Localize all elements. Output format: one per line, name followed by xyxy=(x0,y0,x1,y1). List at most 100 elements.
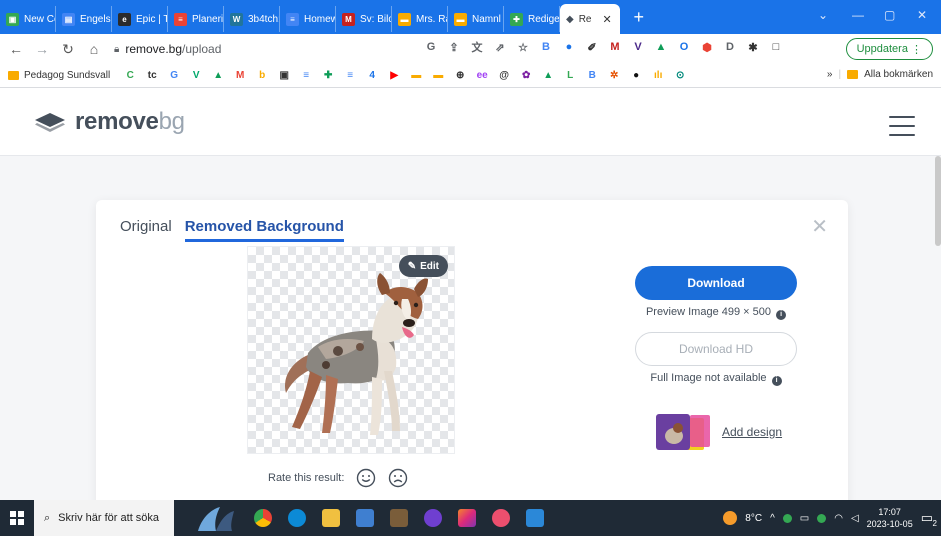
extension-icon[interactable]: ▲ xyxy=(654,40,668,54)
bookmark-icon[interactable]: ⊕ xyxy=(454,70,466,82)
bookmark-icon[interactable]: L xyxy=(564,70,576,82)
onenote-icon[interactable] xyxy=(424,509,442,527)
app-icon[interactable] xyxy=(390,509,408,527)
browser-tab[interactable]: W 3b4tch: xyxy=(224,6,280,32)
bookmark-icon[interactable]: ▬ xyxy=(410,70,422,82)
happy-face-icon[interactable] xyxy=(356,468,376,488)
search-highlight-icon[interactable] xyxy=(194,503,238,533)
more-bookmarks-icon[interactable]: » xyxy=(827,69,833,80)
extension-icon[interactable]: 文 xyxy=(470,40,484,54)
bookmark-icon[interactable]: ee xyxy=(476,70,488,82)
extension-icon[interactable]: ⇗ xyxy=(493,40,507,54)
extension-icon[interactable]: ✱ xyxy=(746,40,760,54)
bookmark-icon[interactable]: @ xyxy=(498,70,510,82)
bookmark-icon[interactable]: ▶ xyxy=(388,70,400,82)
mail-icon[interactable] xyxy=(356,509,374,527)
add-design-link[interactable]: Add design xyxy=(722,425,782,439)
home-icon[interactable]: ⌂ xyxy=(84,41,104,57)
bookmark-icon[interactable]: ≡ xyxy=(300,70,312,82)
reload-icon[interactable]: ↻ xyxy=(58,41,78,58)
extension-icon[interactable]: O xyxy=(677,40,691,54)
download-hd-button[interactable]: Download HD xyxy=(635,332,797,366)
tray-status-icon[interactable] xyxy=(817,513,827,523)
instagram-icon[interactable] xyxy=(458,509,476,527)
file-explorer-icon[interactable] xyxy=(322,509,340,527)
bookmark-icon[interactable]: ✿ xyxy=(520,70,532,82)
update-button[interactable]: Uppdatera ⋮ xyxy=(845,38,933,60)
bookmark-icon[interactable]: ✚ xyxy=(322,70,334,82)
bookmark-icon[interactable]: M xyxy=(234,70,246,82)
browser-tab[interactable]: ≡ Homew xyxy=(280,6,336,32)
bookmark-icon[interactable]: ▬ xyxy=(432,70,444,82)
close-icon[interactable]: ✕ xyxy=(811,214,828,239)
add-design[interactable]: Add design xyxy=(654,412,782,452)
browser-tab[interactable]: ≡ Planerir xyxy=(168,6,224,32)
browser-tab[interactable]: ▤ Engelsk xyxy=(56,6,112,32)
extension-icon[interactable]: V xyxy=(631,40,645,54)
extension-icon[interactable]: M xyxy=(608,40,622,54)
weather-icon[interactable] xyxy=(723,511,738,525)
taskbar-search[interactable]: ⌕ Skriv här för att söka xyxy=(34,500,174,536)
chrome-icon[interactable] xyxy=(254,509,272,527)
close-tab-icon[interactable]: ✕ xyxy=(603,13,612,26)
volume-icon[interactable]: ◁ xyxy=(851,513,859,524)
photos-icon[interactable] xyxy=(526,509,544,527)
browser-tab[interactable]: e Epic | Ti xyxy=(112,6,168,32)
edge-icon[interactable] xyxy=(288,509,306,527)
browser-tab[interactable]: M Sv: Bild xyxy=(336,6,392,32)
info-icon[interactable]: i xyxy=(771,376,782,386)
bookmark-icon[interactable]: ▲ xyxy=(542,70,554,82)
browser-tab[interactable]: ▣ New Co xyxy=(0,6,56,32)
browser-tab[interactable]: ✚ Redige xyxy=(504,6,560,32)
bookmark-pedagog-sundsvall[interactable]: Pedagog Sundsvall xyxy=(8,70,110,81)
extension-icon[interactable]: B xyxy=(539,40,553,54)
tab-removed-background[interactable]: Removed Background xyxy=(184,218,344,242)
new-tab-icon[interactable]: + xyxy=(630,7,648,28)
bookmark-icon[interactable]: ✲ xyxy=(608,70,620,82)
sad-face-icon[interactable] xyxy=(388,468,408,488)
tray-app-icon[interactable] xyxy=(782,513,792,523)
bookmark-icon[interactable]: 4 xyxy=(366,70,378,82)
extension-icon[interactable]: ✐ xyxy=(585,40,599,54)
music-app-icon[interactable] xyxy=(492,509,510,527)
extension-icon[interactable]: ⇪ xyxy=(447,40,461,54)
tab-original[interactable]: Original xyxy=(120,218,172,242)
wifi-icon[interactable]: ◠ xyxy=(834,513,843,524)
removebg-logo[interactable]: removebg xyxy=(33,108,185,136)
browser-tab[interactable]: ▬ Namnl xyxy=(448,6,504,32)
extension-icon[interactable]: D xyxy=(723,40,737,54)
notification-icon[interactable]: ▭ 2 xyxy=(921,510,937,528)
menu-icon[interactable] xyxy=(889,116,915,143)
bookmark-icon[interactable]: ● xyxy=(630,70,642,82)
windows-start-icon[interactable] xyxy=(0,511,34,525)
address-bar[interactable]: 🔒︎ remove.bg/upload xyxy=(114,42,394,56)
browser-tab-active[interactable]: ◆ Re ✕ xyxy=(560,4,620,34)
bookmark-icon[interactable]: tc xyxy=(146,70,158,82)
maximize-icon[interactable]: ▢ xyxy=(884,8,895,22)
page-scrollbar[interactable] xyxy=(935,156,941,246)
battery-icon[interactable]: ▭ xyxy=(800,513,809,524)
bookmark-icon[interactable]: ⊙ xyxy=(674,70,686,82)
bookmark-icon[interactable]: C xyxy=(124,70,136,82)
bookmark-icon[interactable]: ≡ xyxy=(344,70,356,82)
info-icon[interactable]: i xyxy=(776,310,787,320)
extension-icon[interactable]: ⬢ xyxy=(700,40,714,54)
forward-icon[interactable]: → xyxy=(32,41,52,57)
bookmark-icon[interactable]: ılı xyxy=(652,70,664,82)
extension-icon[interactable]: □ xyxy=(769,40,783,54)
download-button[interactable]: Download xyxy=(635,266,797,300)
tab-search-icon[interactable]: ⌄ xyxy=(818,8,828,22)
extension-icon[interactable]: ● xyxy=(562,40,576,54)
bookmark-icon[interactable]: G xyxy=(168,70,180,82)
bookmark-icon[interactable]: b xyxy=(256,70,268,82)
bookmark-icon[interactable]: V xyxy=(190,70,202,82)
extension-icon[interactable]: G xyxy=(424,40,438,54)
bookmark-icon[interactable]: B xyxy=(586,70,598,82)
extension-icon[interactable]: ☆ xyxy=(516,40,530,54)
all-bookmarks[interactable]: Alla bokmärken xyxy=(864,69,933,80)
browser-tab[interactable]: ▬ Mrs. Ra xyxy=(392,6,448,32)
back-icon[interactable]: ← xyxy=(6,41,26,57)
clock[interactable]: 17:07 2023-10-05 xyxy=(867,506,913,530)
minimize-icon[interactable]: — xyxy=(852,8,864,22)
bookmark-icon[interactable]: ▲ xyxy=(212,70,224,82)
